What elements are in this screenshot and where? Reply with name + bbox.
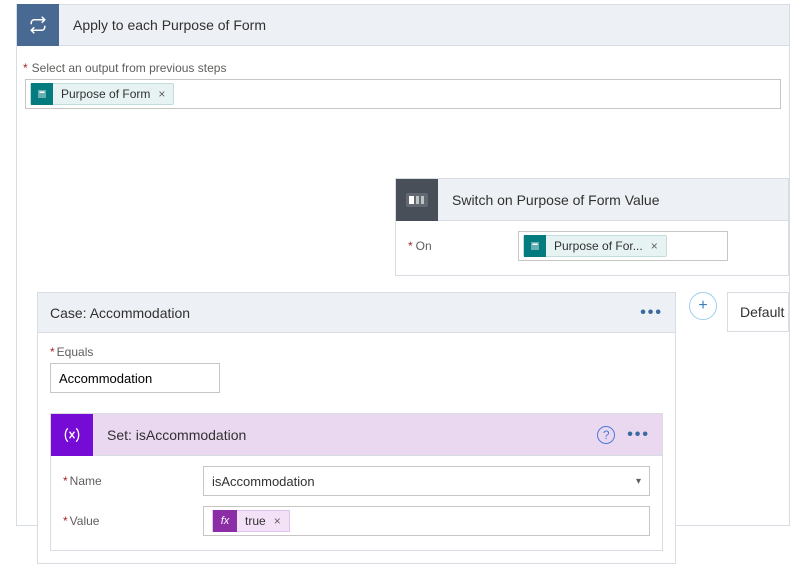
token-label: Purpose of For... xyxy=(554,239,643,253)
output-label: Select an output from previous steps xyxy=(32,61,227,75)
help-icon[interactable]: ? xyxy=(597,426,615,444)
switch-header[interactable]: Switch on Purpose of Form Value xyxy=(396,179,788,221)
token-remove[interactable]: × xyxy=(651,239,658,253)
name-label: *Name xyxy=(63,474,203,488)
loop-icon xyxy=(17,4,59,46)
name-value: isAccommodation xyxy=(212,474,315,489)
switch-card: Switch on Purpose of Form Value *On Purp… xyxy=(395,178,789,276)
required-asterisk: * xyxy=(23,61,28,75)
forms-icon xyxy=(524,235,546,257)
set-variable-title: Set: isAccommodation xyxy=(93,427,246,443)
value-label: *Value xyxy=(63,514,203,528)
value-input[interactable]: fx true × xyxy=(203,506,650,536)
case-header[interactable]: Case: Accommodation ••• xyxy=(38,293,675,333)
apply-to-each-header[interactable]: Apply to each Purpose of Form xyxy=(16,4,790,46)
add-case-button[interactable]: + xyxy=(689,292,717,320)
set-variable-header[interactable]: Set: isAccommodation ? ••• xyxy=(51,414,662,456)
switch-title: Switch on Purpose of Form Value xyxy=(438,192,660,208)
switch-on-input[interactable]: Purpose of For... × xyxy=(518,231,728,261)
equals-input[interactable] xyxy=(50,363,220,393)
chevron-down-icon: ▾ xyxy=(636,476,641,487)
token-remove[interactable]: × xyxy=(158,87,165,101)
token-remove[interactable]: × xyxy=(274,514,281,528)
switch-on-label: *On xyxy=(408,239,518,253)
output-label-row: * Select an output from previous steps xyxy=(23,60,783,75)
switch-on-token[interactable]: Purpose of For... × xyxy=(523,235,667,257)
case-menu-button[interactable]: ••• xyxy=(640,304,663,322)
switch-icon xyxy=(396,179,438,221)
set-variable-card: Set: isAccommodation ? ••• *Name isAccom… xyxy=(50,413,663,551)
case-card: Case: Accommodation ••• *Equals xyxy=(37,292,676,564)
apply-to-each-title: Apply to each Purpose of Form xyxy=(59,17,266,33)
default-title: Default xyxy=(740,304,784,320)
token-label: Purpose of Form xyxy=(61,87,150,101)
name-select[interactable]: isAccommodation ▾ xyxy=(203,466,650,496)
set-variable-body: *Name isAccommodation ▾ *Value fx true xyxy=(51,456,662,550)
set-menu-button[interactable]: ••• xyxy=(627,426,650,444)
equals-label: *Equals xyxy=(50,345,663,359)
case-title: Case: Accommodation xyxy=(50,305,190,321)
fx-value: true xyxy=(245,514,266,528)
forms-icon xyxy=(31,83,53,105)
apply-to-each-body: * Select an output from previous steps Pu… xyxy=(16,46,790,526)
purpose-of-form-token[interactable]: Purpose of Form × xyxy=(30,83,174,105)
switch-body: *On Purpose of For... × xyxy=(396,221,788,275)
output-token-input[interactable]: Purpose of Form × xyxy=(25,79,781,109)
default-case-header[interactable]: Default xyxy=(727,292,789,332)
variable-icon xyxy=(51,414,93,456)
